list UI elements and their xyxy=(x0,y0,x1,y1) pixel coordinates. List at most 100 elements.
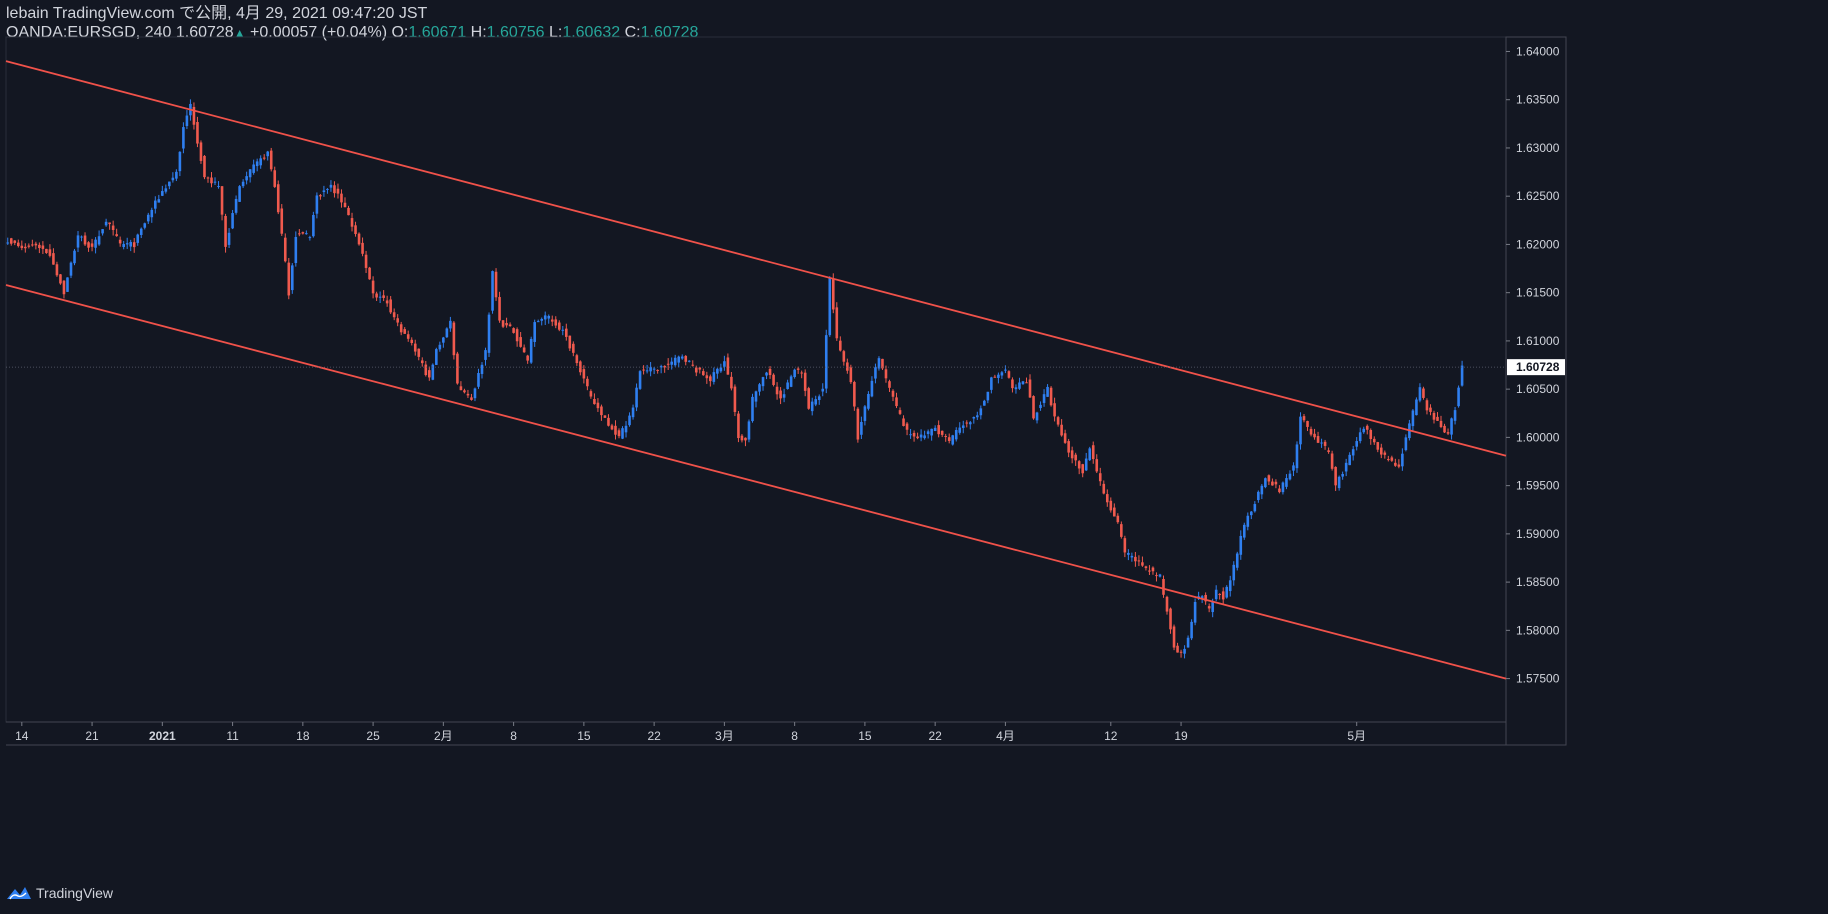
x-tick-label: 5月 xyxy=(1347,729,1366,743)
candle-body xyxy=(1348,454,1351,466)
candle-body xyxy=(1032,396,1035,419)
candle-body xyxy=(449,320,452,329)
candle-body xyxy=(733,386,737,412)
candle-body xyxy=(712,372,716,382)
candle-body xyxy=(1344,462,1348,472)
candle-body xyxy=(1418,387,1422,401)
y-tick-label: 1.64000 xyxy=(1516,44,1560,58)
candle-body xyxy=(234,198,238,213)
candle-body xyxy=(691,364,695,366)
candle-body xyxy=(420,360,424,364)
candle-body xyxy=(1193,601,1197,623)
candle-body xyxy=(1091,445,1095,460)
candle-body xyxy=(69,262,73,276)
candle-body xyxy=(161,191,164,196)
candle-body xyxy=(413,343,417,352)
candle-body xyxy=(1415,399,1418,416)
candle-body xyxy=(1446,432,1450,434)
x-tick-label: 15 xyxy=(577,729,591,743)
candle-body xyxy=(860,421,863,435)
candle-body xyxy=(1274,481,1278,485)
candle-body xyxy=(1232,564,1236,581)
candle-body xyxy=(452,322,456,356)
candle-body xyxy=(132,242,136,248)
candle-body xyxy=(125,243,129,245)
candle-body xyxy=(122,244,125,248)
candle-body xyxy=(947,437,951,442)
candle-body xyxy=(269,150,273,170)
candle-body xyxy=(73,250,76,264)
candle-body xyxy=(1165,596,1169,612)
candle-body xyxy=(340,193,343,203)
candle-body xyxy=(909,434,912,436)
candle-body xyxy=(445,328,449,338)
candle-body xyxy=(512,328,515,333)
candle-body xyxy=(961,425,965,428)
candle-body xyxy=(645,370,649,372)
candle-body xyxy=(13,240,17,243)
candle-body xyxy=(930,428,933,436)
candle-body xyxy=(217,185,220,187)
candle-body xyxy=(203,155,206,178)
candle-body xyxy=(129,242,133,247)
candle-body xyxy=(1155,575,1158,577)
candle-body xyxy=(1271,481,1274,486)
candle-body xyxy=(687,360,691,362)
candle-body xyxy=(508,324,512,327)
candle-body xyxy=(248,169,252,178)
candle-body xyxy=(354,225,357,235)
candle-body xyxy=(782,394,786,398)
candle-body xyxy=(1039,404,1042,409)
candle-body xyxy=(52,253,55,265)
candle-body xyxy=(709,376,712,382)
tradingview-brand[interactable]: TradingView xyxy=(6,885,113,901)
candle-body xyxy=(224,215,227,247)
candle-body xyxy=(1425,400,1429,411)
candle-body xyxy=(1376,442,1380,450)
trendline-lower-channel xyxy=(5,284,1507,680)
candle-body xyxy=(287,262,291,296)
candle-body xyxy=(1369,429,1373,440)
candle-body xyxy=(1158,574,1162,577)
chart-area[interactable]: 1.64000 1.63500 1.63000 1.62500 1.62000 1.615… xyxy=(0,0,1828,914)
candle-body xyxy=(322,190,326,193)
candle-body xyxy=(958,427,962,433)
candle-body xyxy=(389,299,392,313)
price-chart[interactable]: 1.64000 1.63500 1.63000 1.62500 1.62000 1.615… xyxy=(0,0,1828,909)
candle-body xyxy=(255,161,259,167)
candle-body xyxy=(1120,524,1123,537)
candle-body xyxy=(821,388,825,392)
candle-body xyxy=(361,242,364,254)
candle-body xyxy=(986,391,990,401)
candle-body xyxy=(66,277,69,292)
x-tick-label: 11 xyxy=(226,729,239,743)
candle-body xyxy=(554,319,558,326)
candle-body xyxy=(849,367,853,383)
candle-body xyxy=(540,318,544,321)
candle-body xyxy=(31,244,34,246)
candle-body xyxy=(76,235,80,248)
candle-body xyxy=(392,312,396,318)
candle-body xyxy=(16,242,20,247)
candle-body xyxy=(817,396,821,401)
candle-body xyxy=(480,364,484,374)
candle-body xyxy=(810,401,814,412)
candle-body xyxy=(164,188,168,192)
y-tick-label: 1.58500 xyxy=(1516,575,1560,589)
candle-body xyxy=(364,254,368,268)
candle-body xyxy=(424,364,428,376)
candle-body xyxy=(459,386,463,391)
candle-body xyxy=(684,355,688,362)
candle-body xyxy=(350,218,354,227)
candle-body xyxy=(765,372,768,376)
candle-body xyxy=(716,368,719,374)
x-tick-label: 2021 xyxy=(149,729,176,743)
candle-body xyxy=(333,185,336,194)
tradingview-logo-icon xyxy=(7,887,31,900)
x-tick-label: 12 xyxy=(1104,729,1118,743)
candle-body xyxy=(990,377,993,390)
candle-body xyxy=(470,397,473,400)
candle-body xyxy=(1387,459,1390,461)
candle-body xyxy=(839,340,842,351)
candle-body xyxy=(846,362,849,371)
